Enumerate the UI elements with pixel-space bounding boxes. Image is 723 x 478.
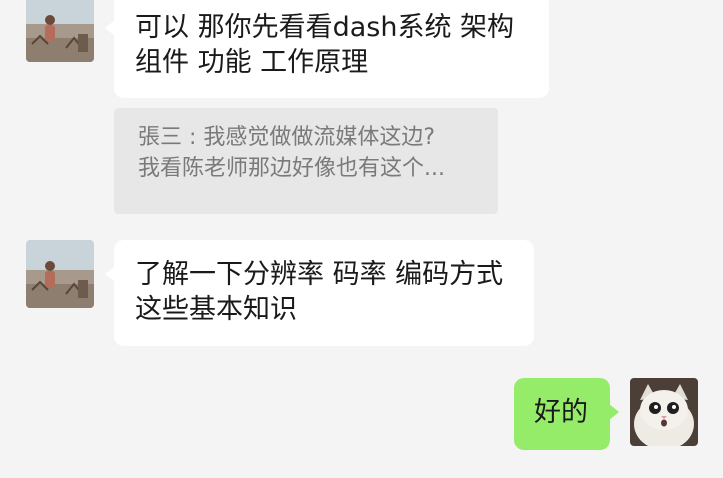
cat-photo-avatar-icon	[630, 378, 698, 446]
message-text: 好的	[534, 397, 588, 428]
quoted-message[interactable]: 張三 : 我感觉做做流媒体这边? 我看陈老师那边好像也有这个...	[114, 108, 498, 214]
person-photo-avatar-icon	[26, 240, 94, 308]
message-text: 可以 那你先看看dash系统 架构	[135, 12, 515, 43]
quote-text: 我看陈老师那边好像也有这个...	[138, 156, 445, 181]
message-bubble[interactable]: 了解一下分辨率 码率 编码方式 这些基本知识	[105, 240, 534, 346]
message-text: 了解一下分辨率 码率 编码方式	[135, 259, 504, 290]
message-bubble[interactable]: 可以 那你先看看dash系统 架构 组件 功能 工作原理	[105, 0, 549, 98]
person-photo-avatar-icon	[26, 0, 94, 62]
sender-avatar[interactable]	[26, 0, 94, 62]
self-avatar[interactable]	[630, 378, 698, 446]
quote-text: 張三 : 我感觉做做流媒体这边?	[138, 125, 436, 150]
sender-avatar[interactable]	[26, 240, 94, 308]
message-text: 组件 功能 工作原理	[135, 47, 369, 78]
message-text: 这些基本知识	[135, 294, 297, 325]
message-bubble-outgoing[interactable]: 好的	[514, 378, 619, 450]
